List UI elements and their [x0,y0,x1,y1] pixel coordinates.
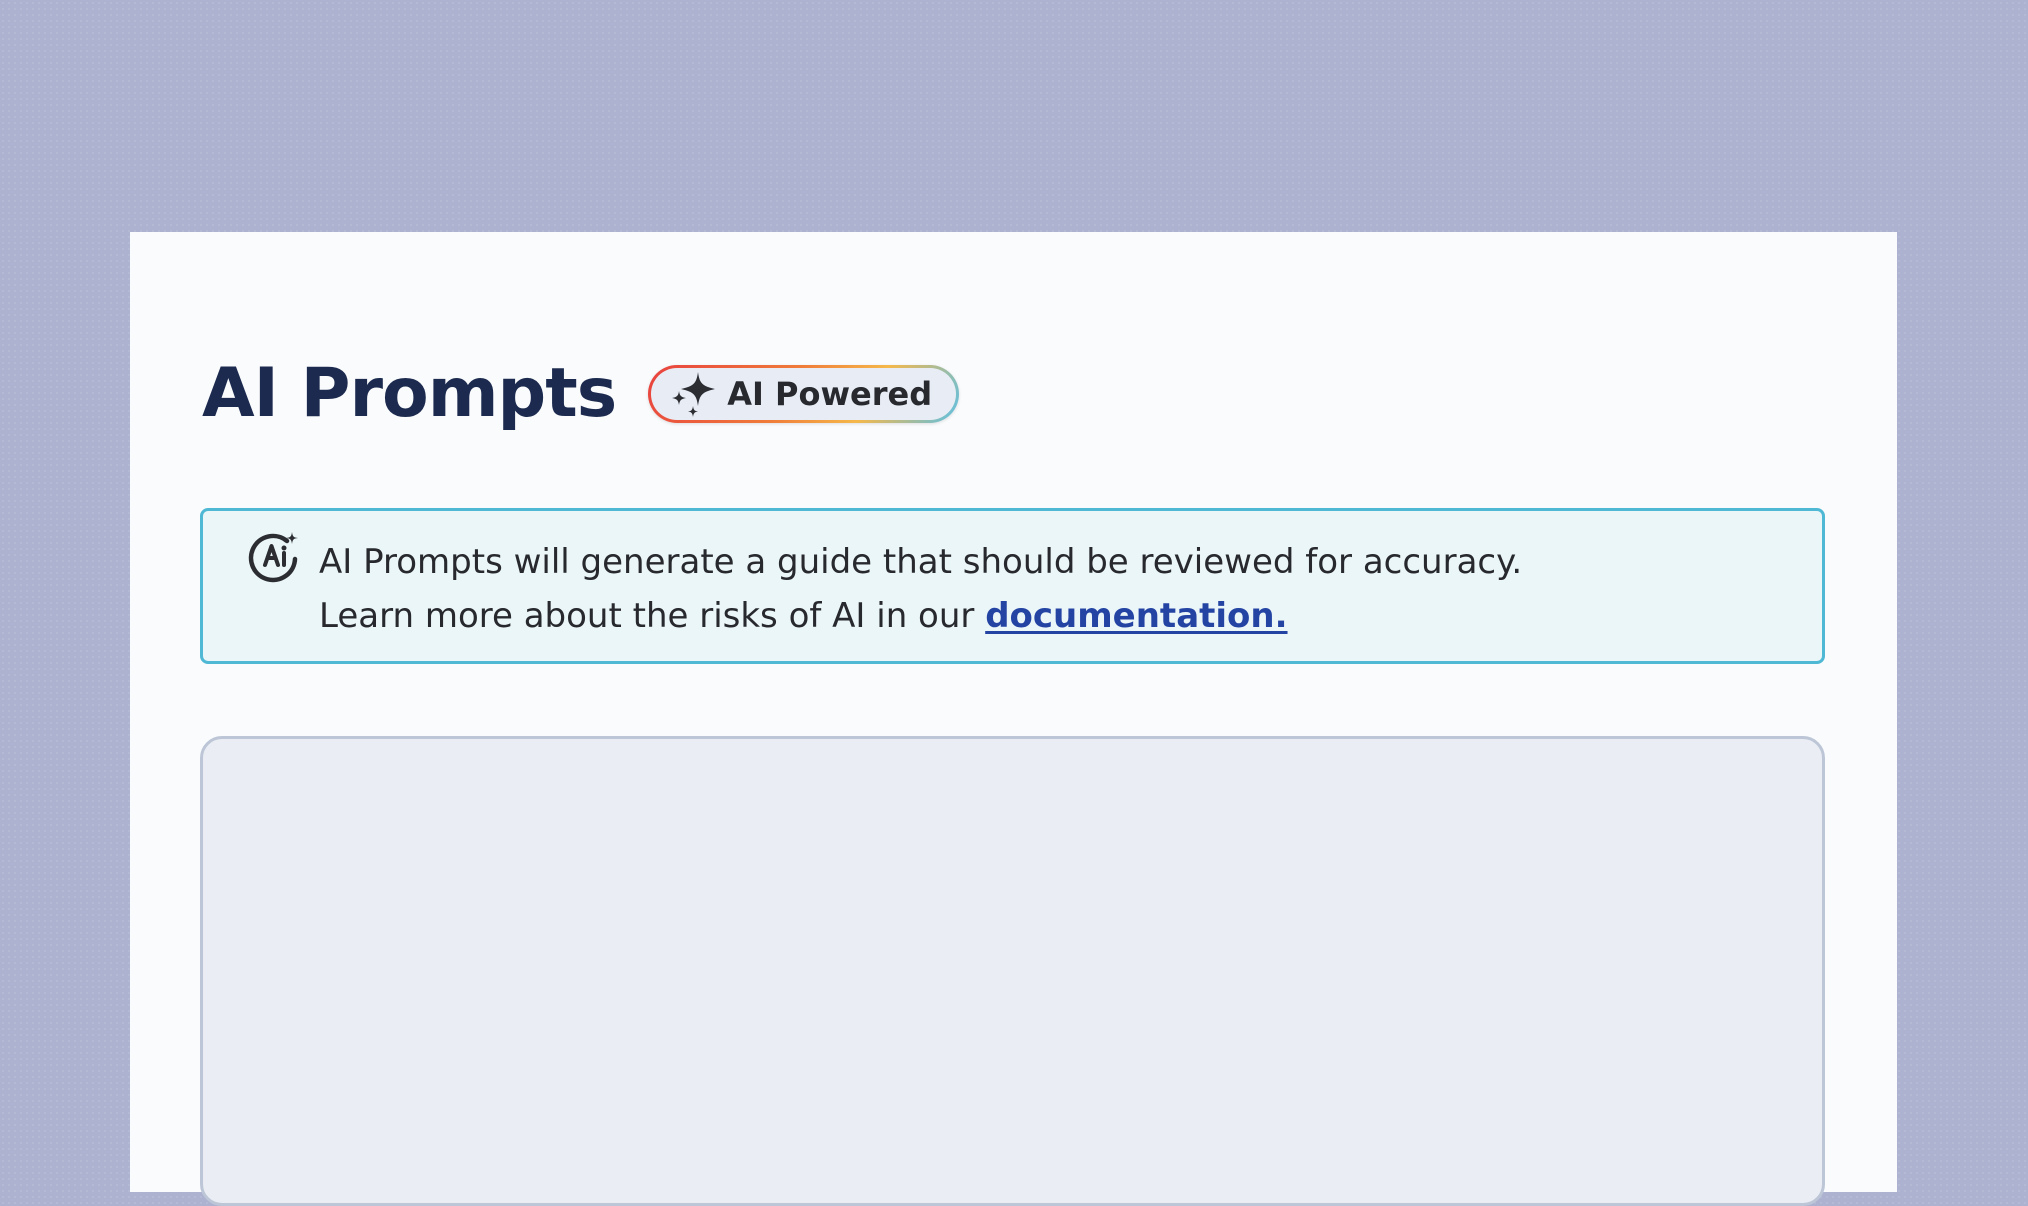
badge-label: AI Powered [727,375,933,413]
content-panel: AI Prompts AI Powered AI Prompts will ge… [130,232,1897,1206]
ai-disclaimer-notice: AI Prompts will generate a guide that sh… [200,508,1825,664]
ai-powered-badge: AI Powered [648,365,959,423]
page-title: AI Prompts [202,354,617,433]
notice-line-2: Learn more about the risks of AI in our … [319,589,1522,643]
notice-line-1: AI Prompts will generate a guide that sh… [319,542,1523,582]
notice-text: AI Prompts will generate a guide that sh… [319,535,1522,643]
documentation-link[interactable]: documentation. [985,596,1287,636]
notice-line-2-text: Learn more about the risks of AI in our [319,596,986,636]
ai-sparkle-icon [247,529,301,583]
page-header: AI Prompts AI Powered [202,344,959,444]
sparkles-icon [671,370,717,418]
prompt-input-area[interactable] [200,736,1825,1206]
